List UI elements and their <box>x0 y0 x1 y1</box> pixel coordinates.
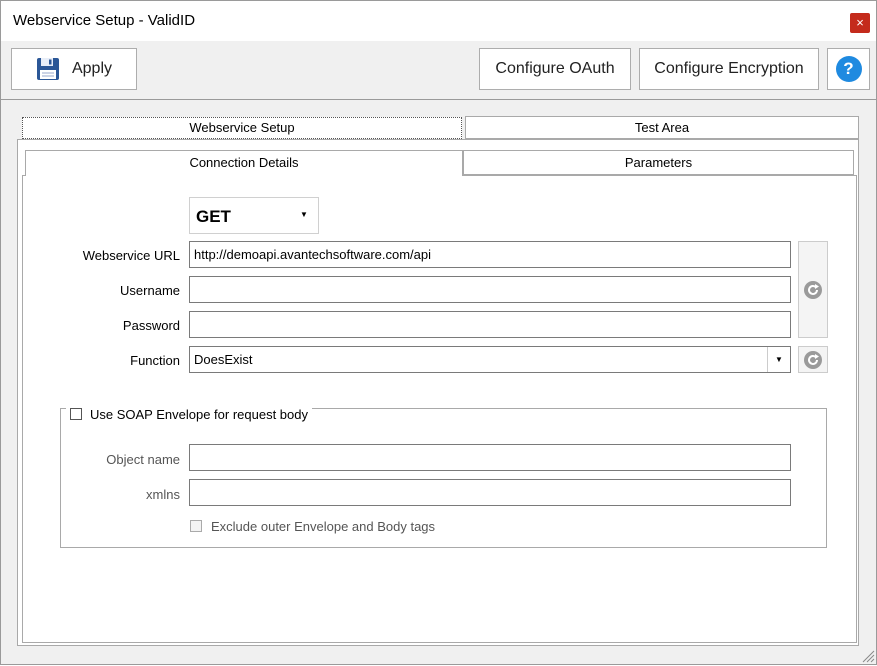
close-button[interactable]: × <box>850 13 870 33</box>
resize-grip-icon[interactable] <box>862 650 875 666</box>
soap-envelope-header: Use SOAP Envelope for request body <box>66 404 312 424</box>
chevron-down-icon: ▼ <box>767 347 790 372</box>
method-value: GET <box>196 207 231 226</box>
refresh-icon <box>803 280 823 300</box>
tab-webservice-setup[interactable]: Webservice Setup <box>22 117 462 139</box>
xmlns-field[interactable] <box>189 479 791 506</box>
help-button[interactable]: ? <box>827 48 870 90</box>
webservice-url-field[interactable]: http://demoapi.avantechsoftware.com/api <box>189 241 791 268</box>
help-icon: ? <box>835 56 862 82</box>
apply-button[interactable]: Apply <box>11 48 137 90</box>
xmlns-label: xmlns <box>146 487 180 502</box>
configure-encryption-button[interactable]: Configure Encryption <box>639 48 819 90</box>
username-field[interactable] <box>189 276 791 303</box>
apply-label: Apply <box>71 60 113 77</box>
exclude-envelope-label: Exclude outer Envelope and Body tags <box>211 518 436 534</box>
title-bar: Webservice Setup - ValidID × <box>1 1 876 41</box>
function-value: DoesExist <box>194 352 253 367</box>
soap-envelope-checkbox[interactable] <box>70 408 82 420</box>
object-name-label: Object name <box>106 452 180 467</box>
window-title: Webservice Setup - ValidID <box>13 12 196 29</box>
tab-connection-details[interactable]: Connection Details <box>25 150 463 176</box>
toolbar: Apply Configure OAuth Configure Encrypti… <box>1 41 876 100</box>
refresh-icon <box>803 350 823 370</box>
tab-test-area[interactable]: Test Area <box>465 116 859 139</box>
function-dropdown[interactable]: DoesExist ▼ <box>189 346 791 373</box>
soap-envelope-label: Use SOAP Envelope for request body <box>90 406 308 422</box>
tab-parameters[interactable]: Parameters <box>463 150 854 175</box>
webservice-url-label: Webservice URL <box>82 248 180 263</box>
chevron-down-icon: ▼ <box>300 210 308 219</box>
exclude-envelope-option: Exclude outer Envelope and Body tags <box>190 517 435 535</box>
username-label: Username <box>120 283 180 298</box>
refresh-function-button[interactable] <box>798 346 828 373</box>
exclude-envelope-checkbox[interactable] <box>190 520 202 532</box>
password-label: Password <box>122 318 180 333</box>
function-label: Function <box>130 353 180 368</box>
method-dropdown[interactable]: GET ▼ <box>189 197 319 234</box>
object-name-field[interactable] <box>189 444 791 471</box>
soap-envelope-group <box>60 408 827 548</box>
save-icon <box>36 57 60 81</box>
refresh-connection-button[interactable] <box>798 241 828 338</box>
configure-oauth-button[interactable]: Configure OAuth <box>479 48 631 90</box>
password-field[interactable] <box>189 311 791 338</box>
